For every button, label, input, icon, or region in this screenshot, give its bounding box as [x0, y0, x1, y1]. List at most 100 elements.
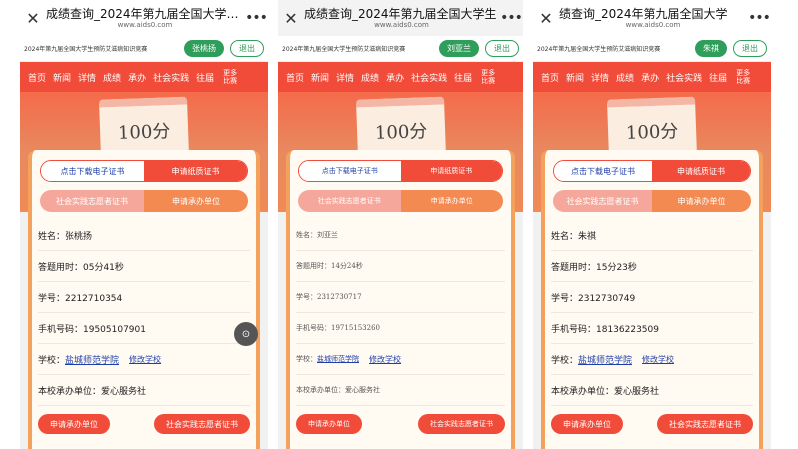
- edit-school-link[interactable]: 修改学校: [369, 354, 401, 365]
- nav-scores[interactable]: 成绩: [361, 71, 379, 84]
- host-unit-line: 本校承办单位：爱心服务社: [38, 375, 250, 406]
- school-line: 学校： 盐城师范学院 修改学校: [38, 344, 250, 375]
- nav-host[interactable]: 承办: [641, 71, 659, 84]
- logout-button[interactable]: 退出: [230, 40, 264, 57]
- screenshot-panel-2: ✕ 成绩查询_2024年第九届全国大学生 www.aids0.com ••• 2…: [278, 0, 523, 449]
- main-nav: 首页 新闻 详情 成绩 承办 社会实践 往届 更多比赛: [20, 62, 268, 92]
- page-title: 成绩查询_2024年第九届全国大学生: [304, 6, 497, 21]
- paper-certificate-button[interactable]: 申请纸质证书: [652, 161, 750, 181]
- name-line: 姓名：朱祺: [551, 220, 753, 251]
- volunteer-certificate-button[interactable]: 社会实践志愿者证书: [40, 190, 144, 212]
- notice-text: 2024年第九届全国大学生预防艾滋病知识竞赛: [282, 46, 406, 53]
- nav-news[interactable]: 新闻: [566, 71, 584, 84]
- volunteer-certificate-button[interactable]: 社会实践志愿者证书: [298, 190, 401, 212]
- notice-bar: 2024年第九届全国大学生预防艾滋病知识竞赛 刘亚兰 退出: [278, 36, 523, 62]
- page-url: www.aids0.com: [374, 20, 429, 29]
- student-info: 姓名：张桃扬 答题用时：05分41秒 学号：2212710354 手机号码：19…: [38, 220, 250, 406]
- nav-host[interactable]: 承办: [128, 71, 146, 84]
- score-value: 100分: [625, 121, 679, 144]
- student-info: 姓名：刘亚兰 答题用时：14分24秒 学号：2312730717 手机号码：19…: [296, 220, 505, 406]
- bottom-apply-host-button[interactable]: 申请承办单位: [551, 414, 623, 434]
- nav-past[interactable]: 往届: [196, 71, 214, 84]
- volunteer-certificate-button[interactable]: 社会实践志愿者证书: [553, 190, 652, 212]
- name-line: 姓名：张桃扬: [38, 220, 250, 251]
- time-line: 答题用时：14分24秒: [296, 251, 505, 282]
- bottom-apply-host-button[interactable]: 申请承办单位: [296, 414, 362, 434]
- nav-details[interactable]: 详情: [78, 71, 96, 84]
- paper-certificate-button[interactable]: 申请纸质证书: [144, 161, 247, 181]
- bottom-volunteer-button[interactable]: 社会实践志愿者证书: [657, 414, 753, 434]
- notice-bar: 2024年第九届全国大学生预防艾滋病知识竞赛 张桃扬 退出: [20, 36, 268, 62]
- school-link[interactable]: 盐城师范学院: [578, 353, 632, 366]
- nav-more[interactable]: 更多比赛: [734, 69, 752, 85]
- apply-host-button[interactable]: 申请承办单位: [652, 190, 751, 212]
- paper-certificate-button[interactable]: 申请纸质证书: [400, 161, 502, 181]
- nav-more[interactable]: 更多比赛: [479, 69, 497, 85]
- school-link[interactable]: 盐城师范学院: [317, 354, 359, 364]
- main-nav: 首页 新闻 详情 成绩 承办 社会实践 往届 更多比赛: [278, 62, 523, 92]
- school-link[interactable]: 盐城师范学院: [65, 353, 119, 366]
- nav-home[interactable]: 首页: [286, 71, 304, 84]
- time-line: 答题用时：15分23秒: [551, 251, 753, 282]
- download-certificate-button[interactable]: 点击下载电子证书: [41, 161, 144, 181]
- host-unit-line: 本校承办单位：爱心服务社: [551, 375, 753, 406]
- bottom-apply-host-button[interactable]: 申请承办单位: [38, 414, 110, 434]
- time-line: 答题用时：05分41秒: [38, 251, 250, 282]
- screenshot-panel-1: ✕ 成绩查询_2024年第九届全国大学生… www.aids0.com ••• …: [20, 0, 268, 449]
- nav-home[interactable]: 首页: [28, 71, 46, 84]
- student-id-line: 学号：2312730749: [551, 282, 753, 313]
- bottom-volunteer-button[interactable]: 社会实践志愿者证书: [418, 414, 505, 434]
- logout-button[interactable]: 退出: [733, 40, 767, 57]
- more-icon[interactable]: •••: [244, 10, 268, 26]
- result-card: 点击下载电子证书 申请纸质证书 社会实践志愿者证书 申请承办单位 姓名：朱祺 答…: [541, 150, 763, 449]
- secondary-buttons: 社会实践志愿者证书 申请承办单位: [553, 190, 751, 212]
- edit-school-link[interactable]: 修改学校: [129, 354, 161, 365]
- lens-icon[interactable]: ⊙: [234, 322, 258, 346]
- nav-host[interactable]: 承办: [386, 71, 404, 84]
- apply-host-button[interactable]: 申请承办单位: [144, 190, 248, 212]
- notice-bar: 2024年第九届全国大学生预防艾滋病知识竞赛 朱祺 退出: [533, 36, 771, 62]
- nav-more[interactable]: 更多比赛: [221, 69, 239, 85]
- user-badge[interactable]: 张桃扬: [184, 40, 224, 57]
- more-icon[interactable]: •••: [747, 10, 771, 26]
- main-nav: 首页 新闻 详情 成绩 承办 社会实践 往届 更多比赛: [533, 62, 771, 92]
- close-icon[interactable]: ✕: [278, 9, 304, 28]
- download-certificate-button[interactable]: 点击下载电子证书: [299, 161, 401, 181]
- user-badge[interactable]: 刘亚兰: [439, 40, 479, 57]
- nav-news[interactable]: 新闻: [53, 71, 71, 84]
- edit-school-link[interactable]: 修改学校: [642, 354, 674, 365]
- school-label: 学校：: [38, 355, 66, 366]
- school-line: 学校： 盐城师范学院 修改学校: [296, 344, 505, 375]
- close-icon[interactable]: ✕: [20, 9, 46, 28]
- bottom-buttons: 申请承办单位 社会实践志愿者证书: [38, 414, 250, 434]
- bottom-volunteer-button[interactable]: 社会实践志愿者证书: [154, 414, 250, 434]
- school-label: 学校：: [296, 355, 317, 363]
- user-badge[interactable]: 朱祺: [695, 40, 727, 57]
- bottom-buttons: 申请承办单位 社会实践志愿者证书: [551, 414, 753, 434]
- close-icon[interactable]: ✕: [533, 9, 559, 28]
- nav-scores[interactable]: 成绩: [616, 71, 634, 84]
- secondary-buttons: 社会实践志愿者证书 申请承办单位: [298, 190, 503, 212]
- nav-news[interactable]: 新闻: [311, 71, 329, 84]
- nav-scores[interactable]: 成绩: [103, 71, 121, 84]
- more-icon[interactable]: •••: [499, 10, 523, 26]
- apply-host-button[interactable]: 申请承办单位: [400, 190, 503, 212]
- nav-home[interactable]: 首页: [541, 71, 559, 84]
- nav-social-practice[interactable]: 社会实践: [411, 71, 447, 84]
- nav-social-practice[interactable]: 社会实践: [153, 71, 189, 84]
- score-value: 100分: [374, 121, 428, 144]
- download-certificate-button[interactable]: 点击下载电子证书: [554, 161, 652, 181]
- certificate-buttons: 点击下载电子证书 申请纸质证书: [40, 160, 248, 182]
- nav-social-practice[interactable]: 社会实践: [666, 71, 702, 84]
- certificate-buttons: 点击下载电子证书 申请纸质证书: [553, 160, 751, 182]
- nav-details[interactable]: 详情: [336, 71, 354, 84]
- phone-line: 手机号码：18136223509: [551, 313, 753, 344]
- top-bar: ✕ 绩查询_2024年第九届全国大学 www.aids0.com •••: [533, 0, 771, 36]
- nav-past[interactable]: 往届: [709, 71, 727, 84]
- logout-button[interactable]: 退出: [485, 40, 519, 57]
- bottom-buttons: 申请承办单位 社会实践志愿者证书: [296, 414, 505, 434]
- nav-past[interactable]: 往届: [454, 71, 472, 84]
- notice-text: 2024年第九届全国大学生预防艾滋病知识竞赛: [24, 46, 148, 53]
- page-title-block: 成绩查询_2024年第九届全国大学生… www.aids0.com: [46, 7, 244, 30]
- nav-details[interactable]: 详情: [591, 71, 609, 84]
